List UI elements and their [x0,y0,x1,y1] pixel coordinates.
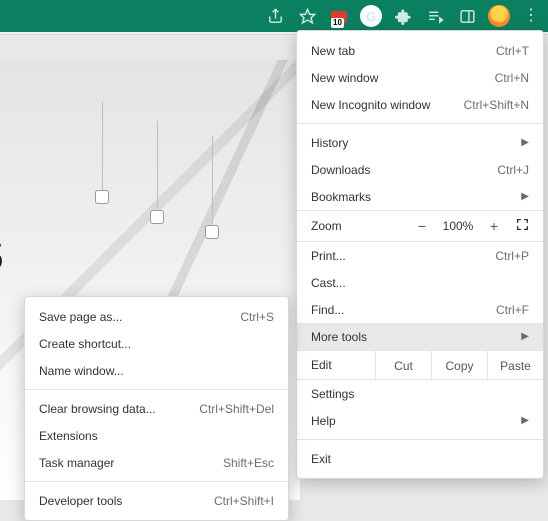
edit-label: Edit [297,358,375,372]
more-tools-submenu: Save page as...Ctrl+S Create shortcut...… [24,296,289,521]
menu-bookmarks[interactable]: Bookmarks▶ [297,183,543,210]
chevron-right-icon: ▶ [521,191,529,202]
submenu-name-window[interactable]: Name window... [25,357,288,384]
menu-more-tools[interactable]: More tools▶ [297,323,543,350]
chevron-right-icon: ▶ [521,415,529,426]
cut-button[interactable]: Cut [375,351,431,379]
playlist-icon[interactable] [424,5,446,27]
extensions-puzzle-icon[interactable] [392,5,414,27]
menu-help[interactable]: Help▶ [297,407,543,434]
extension-badge: 10 [331,18,344,28]
profile-avatar[interactable] [488,5,510,27]
menu-separator [297,123,543,124]
zoom-out-button[interactable]: − [407,218,437,234]
menu-edit-row: Edit Cut Copy Paste [297,350,543,380]
extension-grammarly-icon[interactable]: G [360,5,382,27]
menu-new-tab[interactable]: New tabCtrl+T [297,37,543,64]
chevron-right-icon: ▶ [521,331,529,342]
menu-zoom-row: Zoom − 100% + [297,210,543,242]
zoom-in-button[interactable]: + [479,218,509,234]
menu-exit[interactable]: Exit [297,445,543,472]
submenu-save-page[interactable]: Save page as...Ctrl+S [25,303,288,330]
menu-incognito[interactable]: New Incognito windowCtrl+Shift+N [297,91,543,118]
menu-downloads[interactable]: DownloadsCtrl+J [297,156,543,183]
share-icon[interactable] [264,5,286,27]
submenu-extensions[interactable]: Extensions [25,422,288,449]
copy-button[interactable]: Copy [431,351,487,379]
chevron-right-icon: ▶ [521,137,529,148]
chrome-main-menu: New tabCtrl+T New windowCtrl+N New Incog… [296,30,544,479]
submenu-task-manager[interactable]: Task managerShift+Esc [25,449,288,476]
fullscreen-button[interactable] [509,218,535,234]
menu-separator [25,481,288,482]
zoom-label: Zoom [311,219,407,233]
zoom-value: 100% [437,219,479,233]
menu-kebab-icon[interactable]: ⋮ [520,5,542,27]
paste-button[interactable]: Paste [487,351,543,379]
menu-find[interactable]: Find...Ctrl+F [297,296,543,323]
menu-history[interactable]: History▶ [297,129,543,156]
sidepanel-icon[interactable] [456,5,478,27]
menu-cast[interactable]: Cast... [297,269,543,296]
menu-separator [25,389,288,390]
menu-new-window[interactable]: New windowCtrl+N [297,64,543,91]
submenu-clear-data[interactable]: Clear browsing data...Ctrl+Shift+Del [25,395,288,422]
menu-settings[interactable]: Settings [297,380,543,407]
bookmark-star-icon[interactable] [296,5,318,27]
submenu-developer-tools[interactable]: Developer toolsCtrl+Shift+I [25,487,288,514]
page-heading-fragment: s [0,215,4,286]
browser-toolbar: 10 G ⋮ [0,0,548,32]
menu-separator [297,439,543,440]
menu-print[interactable]: Print...Ctrl+P [297,242,543,269]
submenu-create-shortcut[interactable]: Create shortcut... [25,330,288,357]
extension-adblock-icon[interactable]: 10 [328,5,350,27]
